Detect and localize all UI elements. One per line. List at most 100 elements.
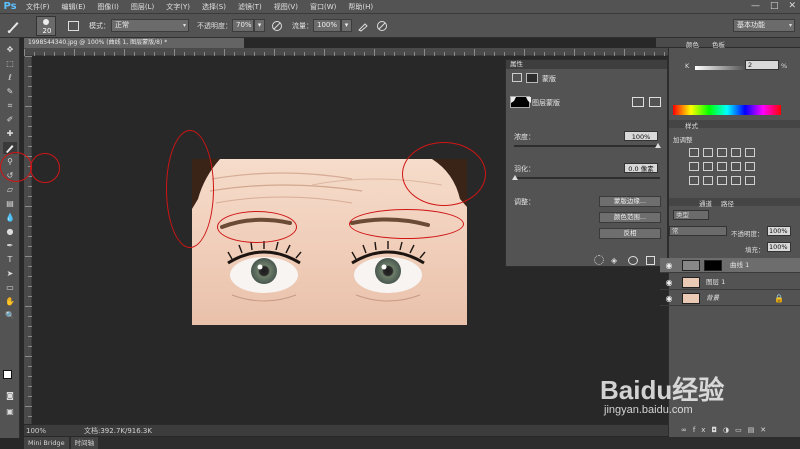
k-value-input[interactable]: 2 bbox=[745, 60, 779, 70]
eyedropper-tool-icon[interactable]: ✐ bbox=[3, 114, 17, 126]
eye-icon[interactable]: ◉ bbox=[663, 291, 675, 306]
layer-opacity-input[interactable]: 100% bbox=[767, 226, 791, 236]
black-white-icon[interactable] bbox=[717, 162, 727, 171]
vibrance-icon[interactable] bbox=[745, 148, 755, 157]
density-slider-track[interactable] bbox=[514, 145, 660, 147]
zoom-level[interactable]: 100% bbox=[26, 425, 46, 437]
add-vector-mask-button[interactable] bbox=[649, 97, 661, 107]
move-tool-icon[interactable]: ✥ bbox=[3, 44, 17, 56]
fill-input[interactable]: 100% bbox=[767, 242, 791, 252]
zoom-tool-icon[interactable]: 🔍 bbox=[3, 310, 17, 322]
airbrush-icon[interactable] bbox=[357, 20, 369, 32]
pen-tool-icon[interactable]: ✒ bbox=[3, 240, 17, 252]
delete-mask-icon[interactable] bbox=[646, 256, 655, 265]
curves-icon[interactable] bbox=[717, 148, 727, 157]
posterize-icon[interactable] bbox=[703, 176, 713, 185]
menu-view[interactable]: 视图(V) bbox=[268, 2, 304, 12]
channel-mixer-icon[interactable] bbox=[745, 162, 755, 171]
menu-file[interactable]: 文件(F) bbox=[20, 2, 56, 12]
hand-tool-icon[interactable]: ✋ bbox=[3, 296, 17, 308]
pressure-size-icon[interactable] bbox=[376, 20, 388, 32]
screen-mode-icon[interactable]: ▣ bbox=[3, 406, 17, 418]
invert-adjust-icon[interactable] bbox=[689, 176, 699, 185]
threshold-icon[interactable] bbox=[717, 176, 727, 185]
brush-preset-picker[interactable]: 20 bbox=[36, 16, 56, 36]
tab-mini-bridge[interactable]: Mini Bridge bbox=[24, 437, 69, 449]
density-input[interactable]: 100% bbox=[624, 131, 658, 141]
ruler-tick bbox=[334, 52, 335, 56]
brush-icon[interactable] bbox=[6, 18, 22, 34]
bottom-panel-tabs: Mini Bridge 时间轴 bbox=[24, 437, 800, 449]
feather-slider-track[interactable] bbox=[514, 177, 660, 179]
layer-row-curves[interactable]: ◉ 曲线 1 bbox=[660, 258, 800, 273]
quick-mask-icon[interactable]: ◙ bbox=[3, 390, 17, 402]
menu-select[interactable]: 选择(S) bbox=[196, 2, 232, 12]
blur-tool-icon[interactable]: 💧 bbox=[3, 212, 17, 224]
color-range-button[interactable]: 颜色范围... bbox=[599, 212, 661, 223]
ruler-tick bbox=[84, 52, 85, 56]
close-button[interactable]: ✕ bbox=[788, 1, 796, 11]
levels-icon[interactable] bbox=[703, 148, 713, 157]
eye-icon[interactable]: ◉ bbox=[663, 275, 675, 290]
quick-select-tool-icon[interactable]: ✎ bbox=[3, 86, 17, 98]
eraser-tool-icon[interactable]: ▱ bbox=[3, 184, 17, 196]
brightness-icon[interactable] bbox=[689, 148, 699, 157]
layer-mask-thumbnail[interactable] bbox=[704, 260, 722, 271]
hue-saturation-icon[interactable] bbox=[689, 162, 699, 171]
mask-edge-button[interactable]: 蒙版边缘... bbox=[599, 196, 661, 207]
dodge-tool-icon[interactable]: ● bbox=[3, 226, 17, 238]
flow-input[interactable]: 100% bbox=[313, 19, 341, 32]
brush-tip-icon bbox=[43, 19, 49, 25]
select-layer-mask-button[interactable] bbox=[632, 97, 644, 107]
menu-layer[interactable]: 图层(L) bbox=[125, 2, 160, 12]
menu-filter[interactable]: 滤镜(T) bbox=[232, 2, 268, 12]
color-balance-icon[interactable] bbox=[703, 162, 713, 171]
marquee-tool-icon[interactable]: ⬚ bbox=[3, 58, 17, 70]
menu-image[interactable]: 图像(I) bbox=[91, 2, 125, 12]
maximize-button[interactable]: □ bbox=[770, 1, 779, 11]
mask-properties-icon[interactable] bbox=[526, 73, 538, 83]
layer-row-layer1[interactable]: ◉ 图层 1 bbox=[660, 275, 800, 290]
invert-button[interactable]: 反相 bbox=[599, 228, 661, 239]
menu-edit[interactable]: 编辑(E) bbox=[56, 2, 92, 12]
lasso-tool-icon[interactable]: ℓ bbox=[3, 72, 17, 84]
path-select-tool-icon[interactable]: ➤ bbox=[3, 268, 17, 280]
crop-tool-icon[interactable]: ⌗ bbox=[3, 100, 17, 112]
tab-timeline[interactable]: 时间轴 bbox=[70, 437, 99, 449]
brush-panel-icon[interactable] bbox=[68, 21, 79, 31]
gradient-tool-icon[interactable]: ▤ bbox=[3, 198, 17, 210]
menu-help[interactable]: 帮助(H) bbox=[342, 2, 379, 12]
layers-footer-icons[interactable]: ∞fx◘◑▭▤✕ bbox=[681, 426, 800, 436]
toggle-mask-icon[interactable] bbox=[628, 256, 638, 265]
menu-window[interactable]: 窗口(W) bbox=[304, 2, 342, 12]
opacity-input[interactable]: 70% bbox=[232, 19, 254, 32]
blend-mode-select[interactable]: 常 bbox=[669, 226, 727, 236]
flow-dropdown[interactable]: ▾ bbox=[341, 19, 352, 32]
mode-select[interactable]: 正常 ▾ bbox=[111, 19, 189, 32]
type-tool-icon[interactable]: T bbox=[3, 254, 17, 266]
tab-styles[interactable]: 样式 bbox=[685, 120, 698, 130]
adjustment-properties-icon[interactable] bbox=[512, 73, 522, 82]
document-tab[interactable]: 1998544340.jpg @ 100% (曲线 1, 图层蒙版/8) * bbox=[24, 38, 244, 48]
workspace-select[interactable]: 基本功能 ▾ bbox=[733, 19, 795, 32]
pressure-opacity-icon[interactable] bbox=[271, 20, 283, 32]
photo-filter-icon[interactable] bbox=[731, 162, 741, 171]
healing-tool-icon[interactable]: ✚ bbox=[3, 128, 17, 140]
eye-icon[interactable]: ◉ bbox=[663, 258, 675, 273]
color-spectrum[interactable] bbox=[673, 105, 781, 115]
load-selection-icon[interactable] bbox=[594, 255, 604, 265]
foreground-color-swatch[interactable] bbox=[3, 370, 12, 379]
exposure-icon[interactable] bbox=[731, 148, 741, 157]
tab-paths[interactable]: 路径 bbox=[721, 198, 734, 208]
gradient-map-icon[interactable] bbox=[745, 176, 755, 185]
menu-type[interactable]: 文字(Y) bbox=[160, 2, 196, 12]
opacity-dropdown[interactable]: ▾ bbox=[254, 19, 265, 32]
shape-tool-icon[interactable]: ▭ bbox=[3, 282, 17, 294]
layer-filter-select[interactable]: 类型 bbox=[673, 210, 709, 220]
apply-mask-icon[interactable]: ◈ bbox=[611, 256, 621, 265]
layer-row-background[interactable]: ◉ 背景 🔒 bbox=[660, 291, 800, 306]
selective-color-icon[interactable] bbox=[731, 176, 741, 185]
minimize-button[interactable]: — bbox=[751, 1, 760, 11]
feather-input[interactable]: 0.0 像素 bbox=[624, 163, 658, 173]
tab-channels[interactable]: 通道 bbox=[699, 198, 712, 208]
